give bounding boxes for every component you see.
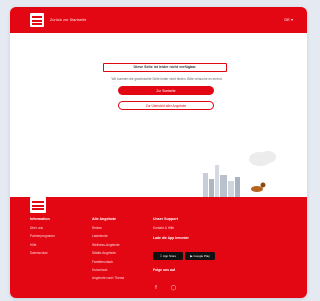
footer-column-support: Unser Support Kontakt & Hilfe Lade die A… — [153, 217, 217, 294]
building — [215, 165, 219, 197]
apple-icon:  — [160, 254, 162, 258]
footer-link[interactable]: Hilfe — [30, 243, 55, 247]
cloud-shape — [260, 151, 276, 163]
page-subtitle: Wir konnten die gewünschte Seite leider … — [111, 77, 223, 81]
building — [203, 173, 208, 197]
footer-link[interactable]: Partnerprogramm — [30, 234, 55, 238]
instagram-icon[interactable]: ◯ — [170, 285, 177, 291]
follow-label: Folge uns auf — [153, 268, 176, 272]
footer-heading: Information — [30, 217, 50, 221]
footer-heading: Alle Angebote — [92, 217, 117, 221]
footer-link[interactable]: Datenschutz — [30, 251, 55, 255]
facebook-icon[interactable]: f — [153, 285, 159, 291]
footer: Information Über uns Partnerprogramm Hil… — [10, 197, 307, 298]
footer-link[interactable]: Reisen — [92, 226, 124, 230]
footer-link[interactable]: Städte-Angebote — [92, 251, 124, 255]
language-selector[interactable]: DE ▾ — [284, 17, 293, 22]
footer-link[interactable]: Lastminute — [92, 234, 124, 238]
top-bar: Zurück zur Startseite DE ▾ — [10, 7, 307, 33]
building — [228, 181, 234, 197]
building — [220, 175, 227, 197]
header-tagline[interactable]: Zurück zur Startseite — [50, 18, 87, 22]
google-play-button[interactable]: ▶ Google Play — [185, 252, 215, 260]
page-title: Diese Seite ist leider nicht verfügbar. — [103, 63, 227, 72]
footer-link[interactable]: Angebote nach Thema — [92, 276, 124, 280]
footer-link[interactable]: Über uns — [30, 226, 55, 230]
building — [209, 179, 214, 197]
all-offers-button[interactable]: Zur Übersicht aller Angebote — [118, 101, 214, 110]
footer-column-information: Information Über uns Partnerprogramm Hil… — [30, 217, 55, 260]
footer-link[interactable]: Kurzurlaub — [92, 268, 124, 272]
footer-logo[interactable] — [30, 197, 46, 213]
apps-label: Lade die App herunter — [153, 236, 189, 240]
home-button[interactable]: Zur Startseite — [118, 86, 214, 95]
dog-head — [260, 182, 266, 188]
page-card: Zurück zur Startseite DE ▾ Diese Seite i… — [10, 7, 307, 298]
footer-link[interactable]: Wellness-Angebote — [92, 243, 124, 247]
footer-column-offers: Alle Angebote Reisen Lastminute Wellness… — [92, 217, 124, 285]
building — [235, 177, 240, 197]
footer-link[interactable]: Familienurlaub — [92, 260, 124, 264]
brand-logo[interactable] — [30, 13, 44, 27]
contact-link[interactable]: Kontakt & Hilfe — [153, 226, 217, 230]
dog-body — [251, 186, 263, 192]
app-store-button[interactable]:  App Store — [153, 252, 183, 260]
footer-heading: Unser Support — [153, 217, 178, 221]
